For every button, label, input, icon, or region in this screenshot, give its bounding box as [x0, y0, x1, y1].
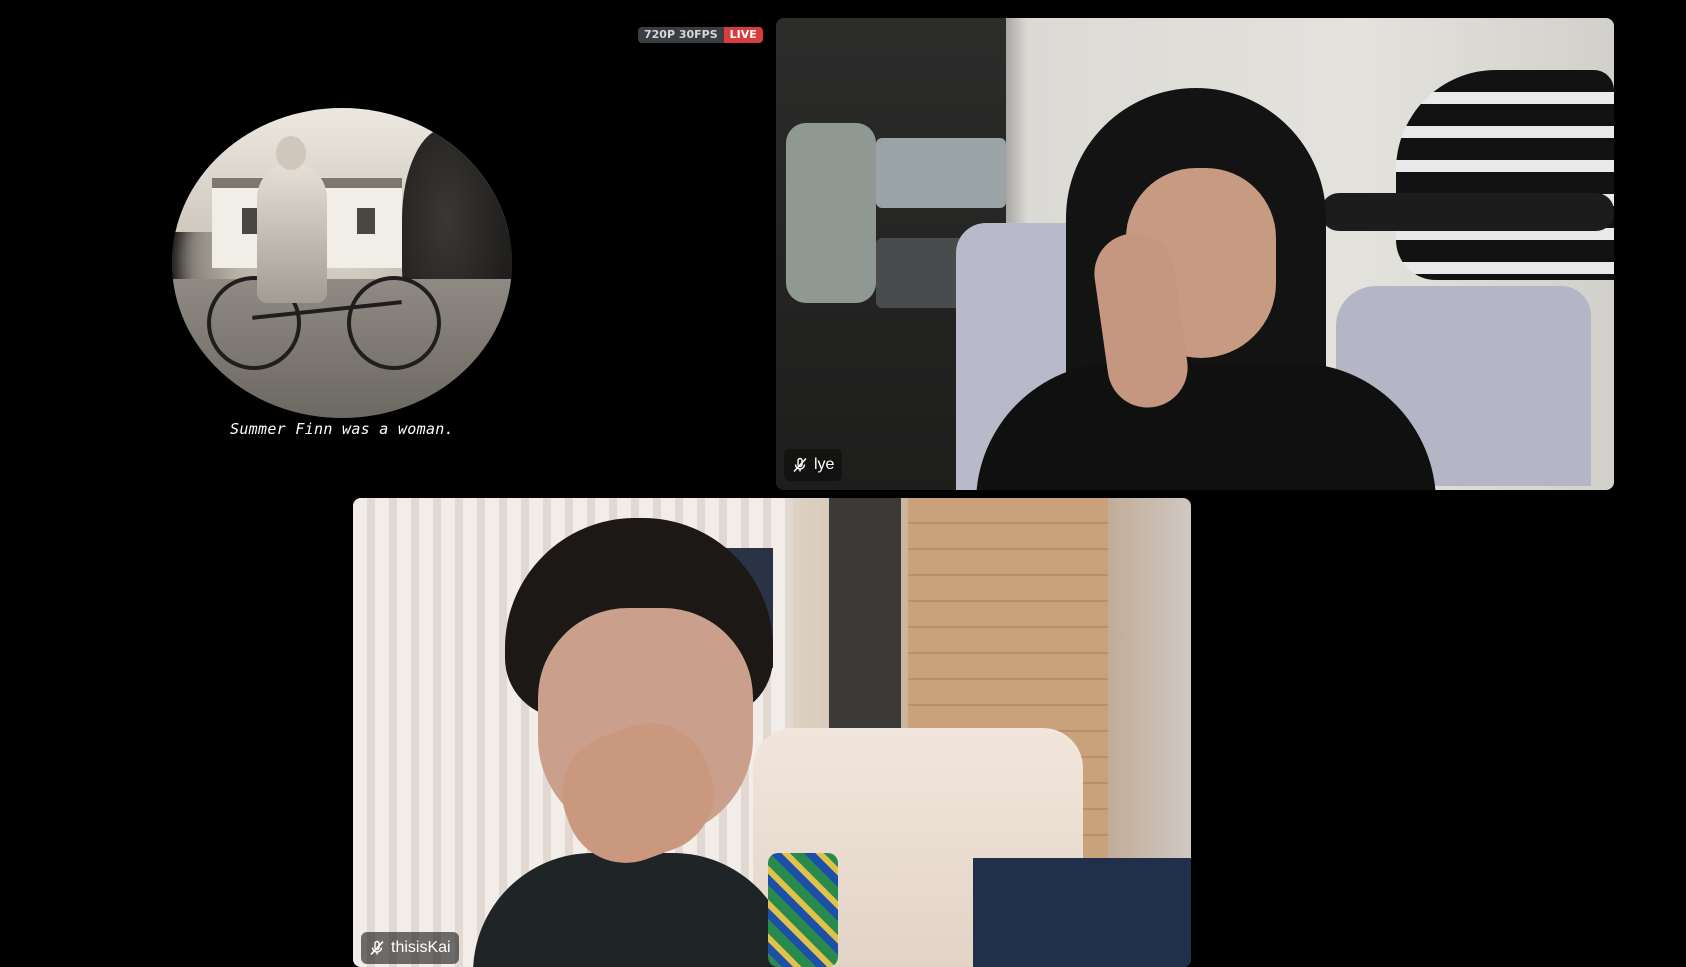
- movie-frame: [172, 108, 512, 418]
- call-stage: Summer Finn was a woman. 720P 30FPS LIVE…: [0, 0, 1686, 967]
- stream-badges: 720P 30FPS LIVE: [638, 27, 763, 43]
- screen-share-stream[interactable]: Summer Finn was a woman.: [0, 18, 768, 490]
- participant-name: lye: [814, 456, 835, 473]
- participant-video-body: [976, 363, 1436, 490]
- bicycle-wheel: [347, 276, 441, 370]
- background-hat: [1396, 70, 1614, 280]
- movie-rider: [257, 163, 327, 303]
- movie-rider-head: [276, 136, 306, 170]
- participant-tile-lye[interactable]: lye: [776, 18, 1614, 490]
- mic-muted-icon: [370, 940, 384, 956]
- participant-name-tag: lye: [784, 449, 843, 481]
- participant-tile-thisiskai[interactable]: thisisKai: [353, 498, 1191, 967]
- mic-muted-icon: [793, 457, 807, 473]
- participant-name: thisisKai: [391, 939, 451, 956]
- movie-window: [357, 208, 375, 234]
- participant-video-scarf: [768, 853, 838, 967]
- movie-subtitle: Summer Finn was a woman.: [230, 420, 454, 438]
- stream-quality-badge: 720P 30FPS: [638, 27, 724, 43]
- participant-name-tag: thisisKai: [361, 932, 459, 964]
- background-bag: [786, 123, 876, 303]
- shelf-items: [876, 138, 1006, 208]
- background-chair: [1321, 193, 1614, 231]
- background-floor: [973, 858, 1191, 967]
- live-badge: LIVE: [723, 27, 763, 43]
